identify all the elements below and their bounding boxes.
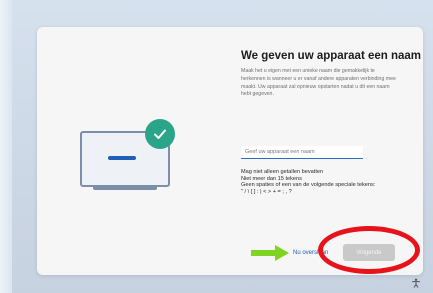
checkmark-icon (145, 119, 175, 149)
accessibility-icon[interactable] (411, 278, 421, 288)
skip-link[interactable]: Nu overslaan (293, 250, 328, 256)
rule-item: Niet meer dan 15 tekens (241, 175, 302, 182)
checkmark-glyph (154, 129, 166, 139)
next-button[interactable]: Volgende (343, 244, 395, 261)
laptop-stand (93, 187, 157, 190)
rule-item: Mag niet alleen getallen bevatten (241, 169, 324, 175)
name-rules: Mag niet alleen getallen bevatten Niet m… (241, 169, 401, 195)
rule-item: Geen spaties of een van de volgende spec… (241, 182, 376, 189)
background-edge (0, 0, 12, 293)
arrow-right-icon (251, 245, 289, 261)
device-name-input[interactable] (241, 146, 363, 159)
page-description: Maak het u eigen met een unieke naam die… (241, 68, 396, 98)
rule-item: " / \ [ ] : | < > + = ; , ? (241, 188, 292, 195)
device-name-bar (108, 156, 136, 160)
page-title: We geven uw apparaat een naam (241, 50, 422, 62)
